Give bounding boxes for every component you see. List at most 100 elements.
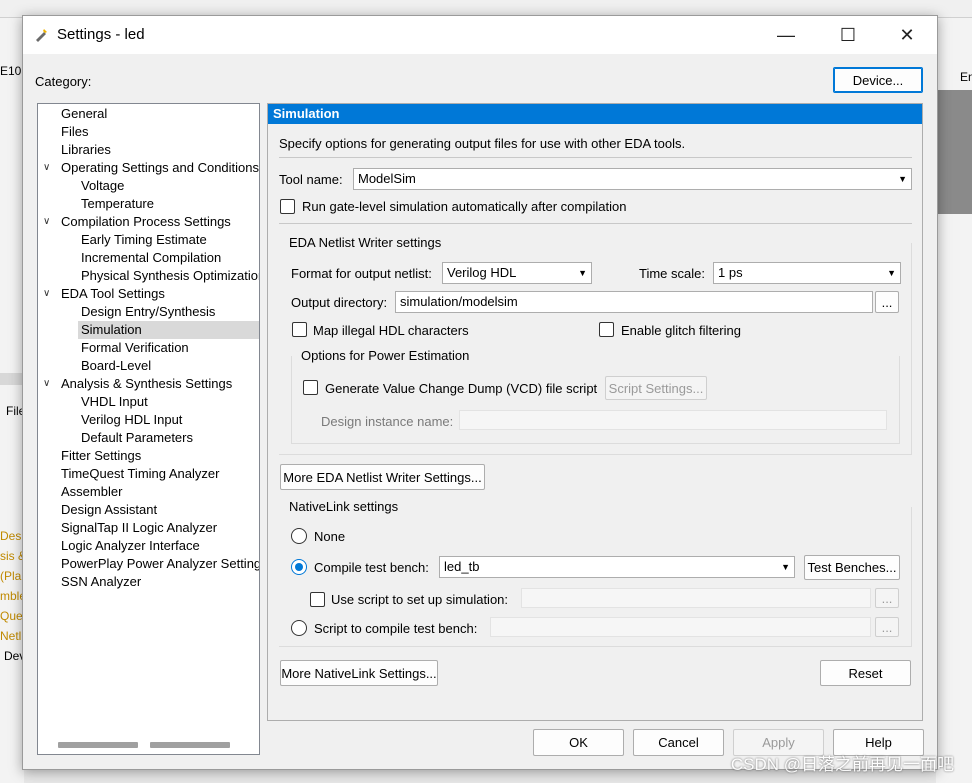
tree-scrollbar-thumb[interactable]: [150, 742, 230, 748]
chevron-down-icon: ▼: [781, 562, 790, 572]
script-settings-button[interactable]: Script Settings...: [605, 376, 707, 400]
format-value: Verilog HDL: [447, 265, 517, 280]
use-script-browse-button[interactable]: ...: [875, 588, 899, 608]
tree-item[interactable]: Default Parameters: [81, 429, 193, 447]
category-label: Category:: [35, 74, 92, 89]
tree-item[interactable]: Operating Settings and Conditions: [61, 159, 259, 177]
tree-item[interactable]: Fitter Settings: [61, 447, 141, 465]
use-script-checkbox[interactable]: [310, 592, 325, 607]
tree-item[interactable]: Verilog HDL Input: [81, 411, 182, 429]
tool-name-label: Tool name:: [279, 172, 343, 187]
close-button[interactable]: ✕: [884, 16, 930, 54]
minimize-button[interactable]: —: [763, 16, 809, 54]
tree-item[interactable]: General: [61, 105, 107, 123]
more-netlist-settings-button[interactable]: More EDA Netlist Writer Settings...: [280, 464, 485, 490]
background-text: (Pla: [0, 569, 22, 583]
cancel-button[interactable]: Cancel: [633, 729, 724, 756]
format-select[interactable]: Verilog HDL ▼: [442, 262, 592, 284]
use-script-label: Use script to set up simulation:: [331, 592, 509, 607]
nativelink-none-radio[interactable]: [291, 528, 307, 544]
tree-scrollbar-thumb[interactable]: [58, 742, 138, 748]
tool-name-select[interactable]: ModelSim ▼: [353, 168, 912, 190]
background-text: Desi: [0, 529, 24, 543]
script-compile-input[interactable]: [490, 617, 871, 637]
tree-item[interactable]: VHDL Input: [81, 393, 148, 411]
use-script-input[interactable]: [521, 588, 871, 608]
background-app-right: En: [936, 18, 972, 783]
compile-test-bench-radio[interactable]: [291, 559, 307, 575]
more-nativelink-settings-button[interactable]: More NativeLink Settings...: [280, 660, 438, 686]
maximize-button[interactable]: ☐: [825, 16, 871, 54]
chevron-down-icon[interactable]: ∨: [43, 159, 55, 177]
tree-item[interactable]: TimeQuest Timing Analyzer: [61, 465, 219, 483]
script-compile-browse-button[interactable]: ...: [875, 617, 899, 637]
title-bar: Settings - led — ☐ ✕: [23, 16, 937, 54]
category-tree[interactable]: General Files Libraries ∨ Operating Settings…: [37, 103, 260, 755]
tree-item[interactable]: Simulation: [81, 321, 142, 339]
tree-item[interactable]: Physical Synthesis Optimizations: [81, 267, 259, 285]
ok-button[interactable]: OK: [533, 729, 624, 756]
vcd-checkbox[interactable]: [303, 380, 318, 395]
chevron-down-icon: ▼: [898, 174, 907, 184]
chevron-down-icon[interactable]: ∨: [43, 285, 55, 303]
tree-item[interactable]: Analysis & Synthesis Settings: [61, 375, 232, 393]
background-text: Ques: [0, 609, 24, 623]
run-gate-level-checkbox[interactable]: [280, 199, 295, 214]
script-compile-radio[interactable]: [291, 620, 307, 636]
tree-item[interactable]: Design Assistant: [61, 501, 157, 519]
output-directory-input[interactable]: simulation/modelsim: [395, 291, 873, 313]
compile-test-bench-label: Compile test bench:: [314, 560, 429, 575]
panel-header: Simulation: [268, 104, 922, 124]
watermark-text: CSDN @日落之前再见一面吧: [730, 755, 954, 774]
glitch-filtering-checkbox[interactable]: [599, 322, 614, 337]
vcd-label: Generate Value Change Dump (VCD) file sc…: [325, 381, 598, 396]
tree-item[interactable]: Files: [61, 123, 88, 141]
time-scale-label: Time scale:: [639, 266, 705, 281]
tree-item[interactable]: Voltage: [81, 177, 124, 195]
map-illegal-checkbox[interactable]: [292, 322, 307, 337]
tree-item[interactable]: Temperature: [81, 195, 154, 213]
map-illegal-label: Map illegal HDL characters: [313, 323, 469, 338]
reset-button[interactable]: Reset: [820, 660, 911, 686]
tree-item[interactable]: Early Timing Estimate: [81, 231, 207, 249]
background-text: mble: [0, 589, 24, 603]
background-app-left: E10F File Desi sis & (Pla mble Ques Netl…: [0, 18, 24, 783]
background-text: sis &: [0, 549, 24, 563]
chevron-down-icon[interactable]: ∨: [43, 375, 55, 393]
tree-item[interactable]: Design Entry/Synthesis: [81, 303, 215, 321]
script-compile-label: Script to compile test bench:: [314, 621, 478, 636]
time-scale-value: 1 ps: [718, 265, 743, 280]
dialog-title: Settings - led: [57, 26, 145, 43]
tree-item[interactable]: Board-Level: [81, 357, 151, 375]
device-button[interactable]: Device...: [833, 67, 923, 93]
tree-item[interactable]: Logic Analyzer Interface: [61, 537, 200, 555]
tree-item[interactable]: Assembler: [61, 483, 122, 501]
test-benches-button[interactable]: Test Benches...: [804, 555, 900, 580]
background-panel: [0, 373, 24, 385]
background-text: Dev: [4, 649, 24, 663]
tree-item[interactable]: Formal Verification: [81, 339, 189, 357]
design-instance-label: Design instance name:: [321, 414, 454, 429]
tree-item[interactable]: SignalTap II Logic Analyzer: [61, 519, 217, 537]
background-text: En: [960, 70, 972, 84]
tree-item[interactable]: SSN Analyzer: [61, 573, 141, 591]
run-gate-level-label: Run gate-level simulation automatically …: [302, 199, 627, 214]
tree-item[interactable]: Libraries: [61, 141, 111, 159]
chevron-down-icon[interactable]: ∨: [43, 213, 55, 231]
compile-test-bench-value: led_tb: [444, 559, 480, 574]
quartus-app-icon: [36, 29, 47, 42]
output-directory-browse-button[interactable]: ...: [875, 291, 899, 313]
settings-dialog: Settings - led — ☐ ✕ Category: Device...…: [22, 15, 938, 770]
background-text: E10F: [0, 64, 24, 78]
chevron-down-icon: ▼: [887, 268, 896, 278]
tree-item[interactable]: EDA Tool Settings: [61, 285, 165, 303]
tree-item[interactable]: PowerPlay Power Analyzer Settings: [61, 555, 259, 573]
compile-test-bench-select[interactable]: led_tb ▼: [439, 556, 795, 578]
tree-item[interactable]: Compilation Process Settings: [61, 213, 231, 231]
format-label: Format for output netlist:: [291, 266, 432, 281]
time-scale-select[interactable]: 1 ps ▼: [713, 262, 901, 284]
design-instance-input[interactable]: [459, 410, 887, 430]
tree-item[interactable]: Incremental Compilation: [81, 249, 221, 267]
chevron-down-icon: ▼: [578, 268, 587, 278]
simulation-panel: Simulation Specify options for generatin…: [267, 103, 923, 721]
